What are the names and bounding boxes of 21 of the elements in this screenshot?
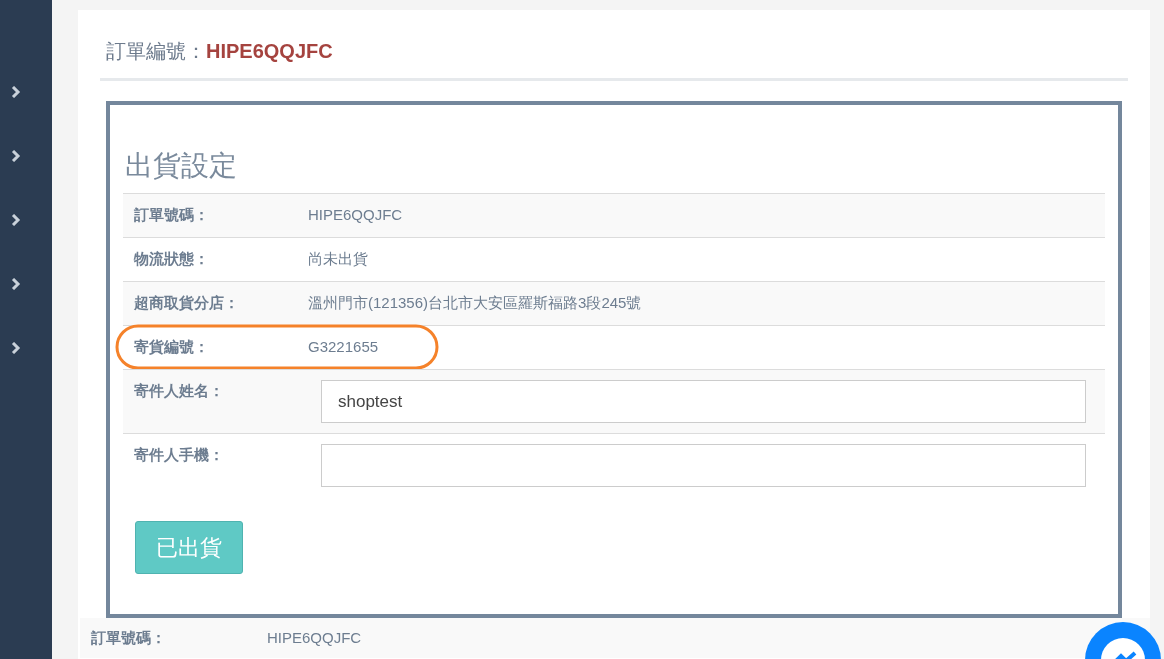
input-field[interactable]: [321, 444, 1086, 487]
field-label: 寄件人姓名：: [133, 381, 225, 401]
field-label: 寄貨編號：: [133, 337, 210, 358]
chevron-icon[interactable]: [10, 86, 22, 98]
field-label: 寄件人手機：: [133, 445, 225, 465]
field-value: G3221655: [308, 337, 379, 358]
chevron-icon[interactable]: [10, 278, 22, 290]
field-label: 訂單號碼：: [133, 205, 210, 226]
field-label: 訂單號碼：: [90, 627, 167, 648]
chevron-icon[interactable]: [10, 214, 22, 226]
field-value: HIPE6QQJFC: [267, 627, 362, 648]
chevron-icon[interactable]: [10, 150, 22, 162]
field-value: 尚未出貨: [308, 249, 368, 270]
field-label: 物流狀態：: [132, 249, 210, 270]
field-value: 溫州門市(121356)台北市大安區羅斯福路3段245號: [308, 293, 642, 314]
field-value: HIPE6QQJFC: [308, 205, 403, 226]
input-field[interactable]: shoptest: [321, 380, 1086, 423]
chevron-icon[interactable]: [10, 342, 22, 354]
field-label: 超商取貨分店：: [133, 293, 240, 314]
panel-title: 出貨設定: [124, 149, 238, 183]
page-heading: 訂單編號：HIPE6QQJFC: [100, 10, 1128, 81]
